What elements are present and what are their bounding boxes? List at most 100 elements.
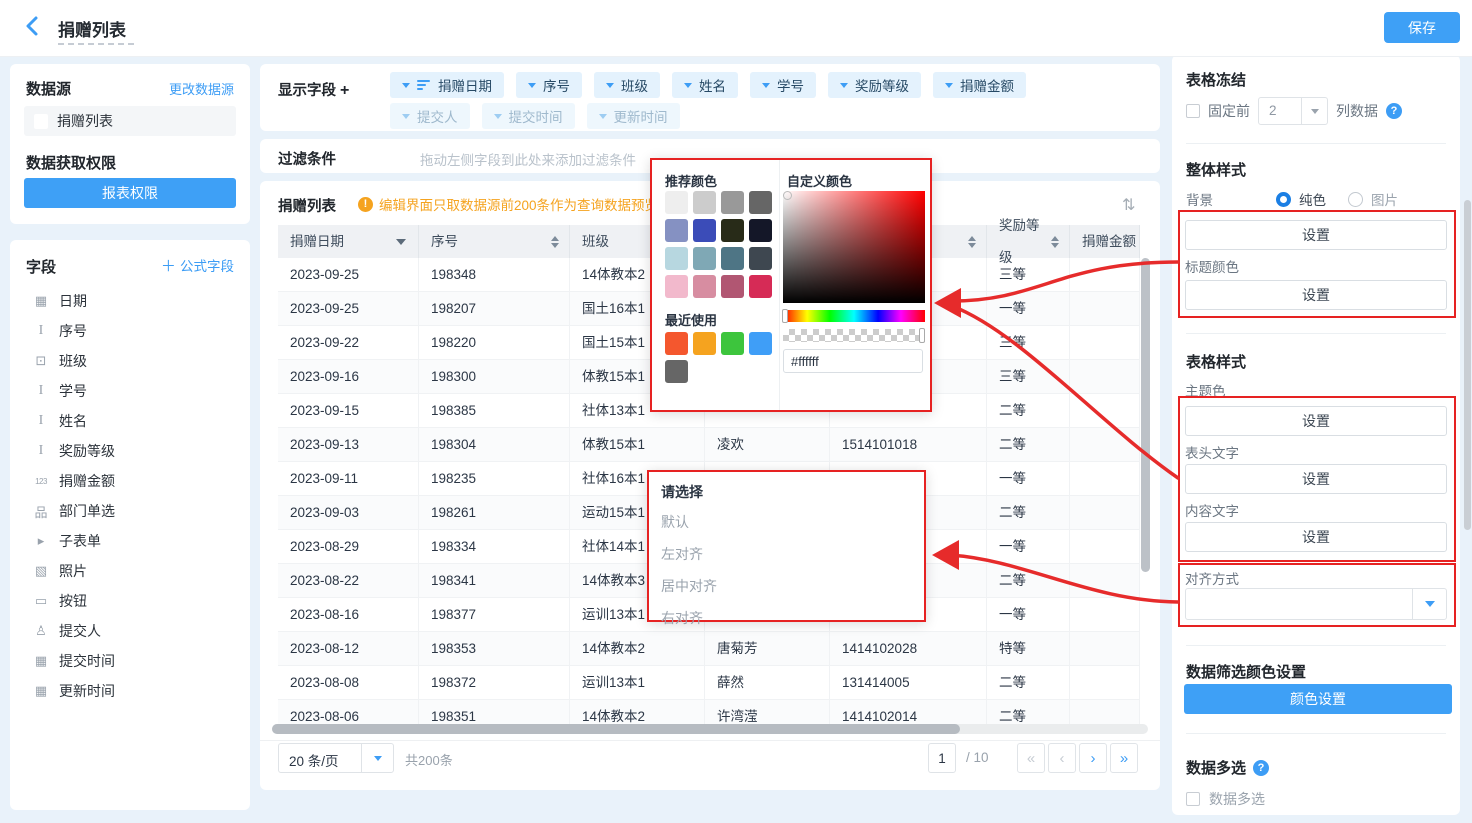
field-item-姓名[interactable]: I姓名 [10,406,250,436]
field-item-捐赠金额[interactable]: 123捐赠金额 [10,466,250,496]
table-cell: 三等 [987,326,1070,360]
gradient-cursor[interactable] [783,191,792,200]
header-text-set-button[interactable]: 设置 [1185,464,1447,494]
field-item-日期[interactable]: ▦日期 [10,286,250,316]
hue-slider-handle[interactable] [782,309,788,323]
field-item-按钮[interactable]: ▭按钮 [10,586,250,616]
field-item-学号[interactable]: I学号 [10,376,250,406]
color-swatch[interactable] [693,247,716,270]
color-swatch[interactable] [749,219,772,242]
align-option-左对齐[interactable]: 左对齐 [649,538,924,570]
field-item-序号[interactable]: I序号 [10,316,250,346]
color-swatch[interactable] [665,332,688,355]
align-option-默认[interactable]: 默认 [649,506,924,538]
field-item-奖励等级[interactable]: I奖励等级 [10,436,250,466]
hue-slider[interactable] [783,310,925,322]
page-size-value: 20 条/页 [289,750,339,770]
color-swatch[interactable] [721,191,744,214]
multi-select-checkbox[interactable] [1186,792,1200,806]
filter-dropzone[interactable]: 拖动左侧字段到此处来添加过滤条件 [420,149,636,169]
field-chip-序号[interactable]: 序号 [516,72,582,98]
radio-solid[interactable] [1276,192,1291,207]
table-vertical-scrollbar[interactable] [1141,258,1150,572]
pager-button[interactable]: » [1110,743,1138,773]
field-chip-提交人[interactable]: 提交人 [390,103,470,129]
filter-caret-icon[interactable] [396,239,406,245]
field-chip-奖励等级[interactable]: 奖励等级 [828,72,921,98]
color-swatch[interactable] [693,219,716,242]
color-swatch[interactable] [665,247,688,270]
sort-icon[interactable] [551,236,559,248]
field-chip-更新时间[interactable]: 更新时间 [587,103,680,129]
field-item-提交时间[interactable]: ▦提交时间 [10,646,250,676]
multi-select-checkbox-label: 数据多选 [1209,789,1265,809]
help-icon[interactable]: ? [1386,103,1402,119]
add-formula-field-link[interactable]: ＋ 公式字段 [161,255,234,276]
align-select[interactable] [1185,588,1447,620]
field-chip-提交时间[interactable]: 提交时间 [482,103,575,129]
color-swatch[interactable] [721,275,744,298]
color-swatch[interactable] [749,332,772,355]
table-sort-tool-icon[interactable]: ⇅ [1122,195,1135,215]
window-scrollbar[interactable] [1464,200,1471,530]
color-swatch[interactable] [749,247,772,270]
color-swatch[interactable] [749,191,772,214]
field-chip-学号[interactable]: 学号 [750,72,816,98]
color-swatch[interactable] [665,360,688,383]
subform-icon: ▸ [32,533,50,549]
alpha-slider-handle[interactable] [919,328,925,343]
field-item-子表单[interactable]: ▸子表单 [10,526,250,556]
color-swatch[interactable] [665,275,688,298]
save-button[interactable]: 保存 [1384,12,1460,43]
freeze-checkbox[interactable] [1186,104,1200,118]
field-item-部门单选[interactable]: 品部门单选 [10,496,250,526]
datasource-item[interactable]: 捐赠列表 [24,106,236,136]
content-text-set-button[interactable]: 设置 [1185,522,1447,552]
radio-image[interactable] [1348,192,1363,207]
color-swatch[interactable] [665,191,688,214]
page-input[interactable]: 1 [928,743,956,773]
hex-input[interactable]: #ffffff [783,349,923,373]
help-icon[interactable]: ? [1253,760,1269,776]
column-header-捐赠金额[interactable]: 捐赠金额 [1070,225,1140,258]
sort-icon[interactable] [1051,236,1059,248]
pager-button-disabled[interactable]: « [1017,743,1045,773]
page-size-select[interactable]: 20 条/页 [278,743,394,773]
field-chip-姓名[interactable]: 姓名 [672,72,738,98]
color-swatch[interactable] [749,275,772,298]
color-swatch[interactable] [693,191,716,214]
color-settings-button[interactable]: 颜色设置 [1184,684,1452,714]
column-header-捐赠日期[interactable]: 捐赠日期 [278,225,419,258]
field-item-提交人[interactable]: ♙提交人 [10,616,250,646]
color-swatch[interactable] [693,332,716,355]
theme-color-set-button[interactable]: 设置 [1185,406,1447,436]
field-item-班级[interactable]: ⊡班级 [10,346,250,376]
change-datasource-link[interactable]: 更改数据源 [169,79,234,98]
add-field-icon[interactable]: + [340,82,349,99]
field-chip-班级[interactable]: 班级 [594,72,660,98]
color-swatch[interactable] [693,275,716,298]
color-swatch[interactable] [721,219,744,242]
field-item-照片[interactable]: ▧照片 [10,556,250,586]
align-option-右对齐[interactable]: 右对齐 [649,602,924,634]
color-swatch[interactable] [721,332,744,355]
alpha-slider[interactable] [783,329,925,342]
column-header-序号[interactable]: 序号 [419,225,570,258]
pager-button[interactable]: › [1079,743,1107,773]
report-permission-button[interactable]: 报表权限 [24,178,236,208]
pager-button-disabled[interactable]: ‹ [1048,743,1076,773]
back-icon[interactable] [24,15,46,41]
color-swatch[interactable] [721,247,744,270]
field-chip-捐赠日期[interactable]: 捐赠日期 [390,72,504,98]
sort-icon[interactable] [968,236,976,248]
column-header-奖励等级[interactable]: 奖励等级 [987,225,1070,258]
align-option-居中对齐[interactable]: 居中对齐 [649,570,924,602]
color-swatch[interactable] [665,219,688,242]
freeze-count-select[interactable]: 2 [1258,97,1328,125]
background-set-button[interactable]: 设置 [1185,220,1447,250]
field-item-更新时间[interactable]: ▦更新时间 [10,676,250,706]
field-chip-捐赠金额[interactable]: 捐赠金额 [933,72,1026,98]
saturation-gradient[interactable] [783,191,925,303]
table-horizontal-scrollbar[interactable] [272,724,960,734]
title-color-set-button[interactable]: 设置 [1185,280,1447,310]
